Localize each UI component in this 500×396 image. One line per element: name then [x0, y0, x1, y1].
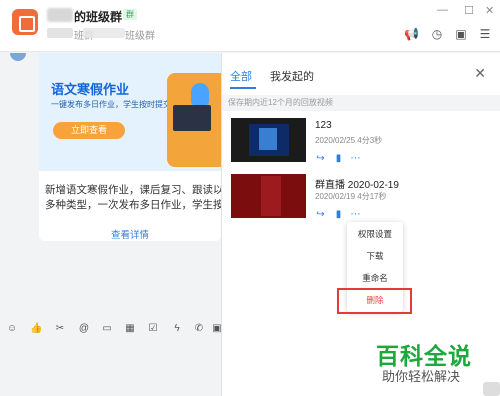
close-panel-icon[interactable]: ✕ — [474, 65, 486, 82]
delete-highlight-box — [337, 288, 412, 314]
tab-all[interactable]: 全部 — [230, 68, 252, 84]
view-now-button[interactable]: 立即查看 — [53, 122, 125, 139]
more-icon[interactable]: ⋯ — [350, 209, 361, 220]
recording-thumbnail[interactable] — [231, 118, 306, 162]
lightning-icon[interactable]: ϟ — [171, 323, 183, 335]
recording-title: 123 — [315, 120, 332, 131]
homework-card[interactable]: 语文寒假作业 一键发布多日作业，学生按时提交 立即查看 新增语文寒假作业，课后复… — [39, 53, 221, 241]
checkbox-icon[interactable]: ☑ — [147, 323, 159, 335]
illustration-laptop — [173, 105, 211, 131]
at-icon[interactable]: @ — [78, 323, 90, 335]
blurred-sub — [47, 28, 73, 38]
group-tag: 群 — [123, 9, 137, 20]
share-icon[interactable]: ↪ — [315, 153, 326, 164]
illustration-person — [191, 83, 209, 105]
clock-icon[interactable]: ◷ — [430, 27, 444, 41]
blurred-sub-2 — [83, 28, 125, 38]
emoji-icon[interactable]: ☺ — [6, 323, 18, 335]
input-toolbar: ☺ 👍 ✂ @ ▭ ▦ ☑ ϟ ✆ ▣ — [0, 323, 222, 343]
thumb-screen-inner — [259, 128, 277, 150]
banner-title: 语文寒假作业 — [51, 82, 130, 97]
more-icon[interactable]: ⋯ — [350, 153, 361, 164]
menu-item-permissions[interactable]: 权限设置 — [347, 228, 403, 240]
group-name: 的班级群 — [74, 10, 123, 24]
recording-title: 群直播 2020-02-19 — [315, 180, 399, 191]
menu-item-download[interactable]: 下载 — [347, 250, 403, 262]
notice-text: 保存期内近12个月的回放视频 — [228, 98, 333, 107]
app-logo — [12, 9, 38, 35]
stats-icon[interactable]: ▮ — [333, 209, 344, 220]
watermark-badge — [483, 382, 500, 396]
watermark-subtitle: 助你轻松解决 — [382, 369, 461, 384]
thumbs-up-icon[interactable]: 👍 — [30, 323, 42, 335]
maximize-icon[interactable]: ☐ — [464, 4, 474, 17]
minimize-icon[interactable]: — — [437, 4, 448, 16]
stats-icon[interactable]: ▮ — [333, 153, 344, 164]
card-banner: 语文寒假作业 一键发布多日作业，学生按时提交 立即查看 — [39, 53, 221, 171]
scissors-icon[interactable]: ✂ — [54, 323, 66, 335]
tab-mine[interactable]: 我发起的 — [270, 68, 314, 84]
thumb-content — [261, 176, 281, 216]
active-tab-underline — [230, 87, 256, 89]
notice-bar: 保存期内近12个月的回放视频 — [222, 95, 500, 111]
banner-subtitle: 一键发布多日作业，学生按时提交 — [51, 100, 171, 109]
phone-icon[interactable]: ✆ — [193, 323, 205, 335]
megaphone-icon[interactable]: 📢 — [404, 27, 419, 41]
card-body: 新增语文寒假作业，课后复习、跟读以及背 多种类型，一次发布多日作业，学生按时提 — [45, 183, 221, 213]
recording-meta: 2020/02/19 4分17秒 — [315, 192, 387, 201]
calendar-icon[interactable]: ▦ — [124, 323, 136, 335]
share-icon[interactable]: ↪ — [315, 209, 326, 220]
menu-icon[interactable]: ☰ — [478, 27, 492, 41]
recording-meta: 2020/02/25 4分3秒 — [315, 136, 383, 145]
video-icon[interactable]: ▣ — [454, 27, 468, 41]
card-body-line: 新增语文寒假作业，课后复习、跟读以及背 — [45, 184, 221, 196]
recording-thumbnail[interactable] — [231, 174, 306, 218]
group-subtitle-tail: 班级群 — [125, 31, 155, 42]
folder-icon[interactable]: ▭ — [101, 323, 113, 335]
menu-item-rename[interactable]: 重命名 — [347, 272, 403, 284]
view-details-link[interactable]: 查看详情 — [39, 227, 221, 241]
title-bar: 的班级群 群 班群 班级群 — ☐ ✕ 📢 ◷ ▣ ☰ — [0, 0, 500, 52]
blurred-name — [47, 8, 73, 22]
chat-area: 语文寒假作业 一键发布多日作业，学生按时提交 立即查看 新增语文寒假作业，课后复… — [0, 53, 222, 396]
card-body-line: 多种类型，一次发布多日作业，学生按时提 — [45, 199, 221, 211]
sender-avatar — [10, 53, 26, 61]
close-window-icon[interactable]: ✕ — [485, 4, 494, 17]
